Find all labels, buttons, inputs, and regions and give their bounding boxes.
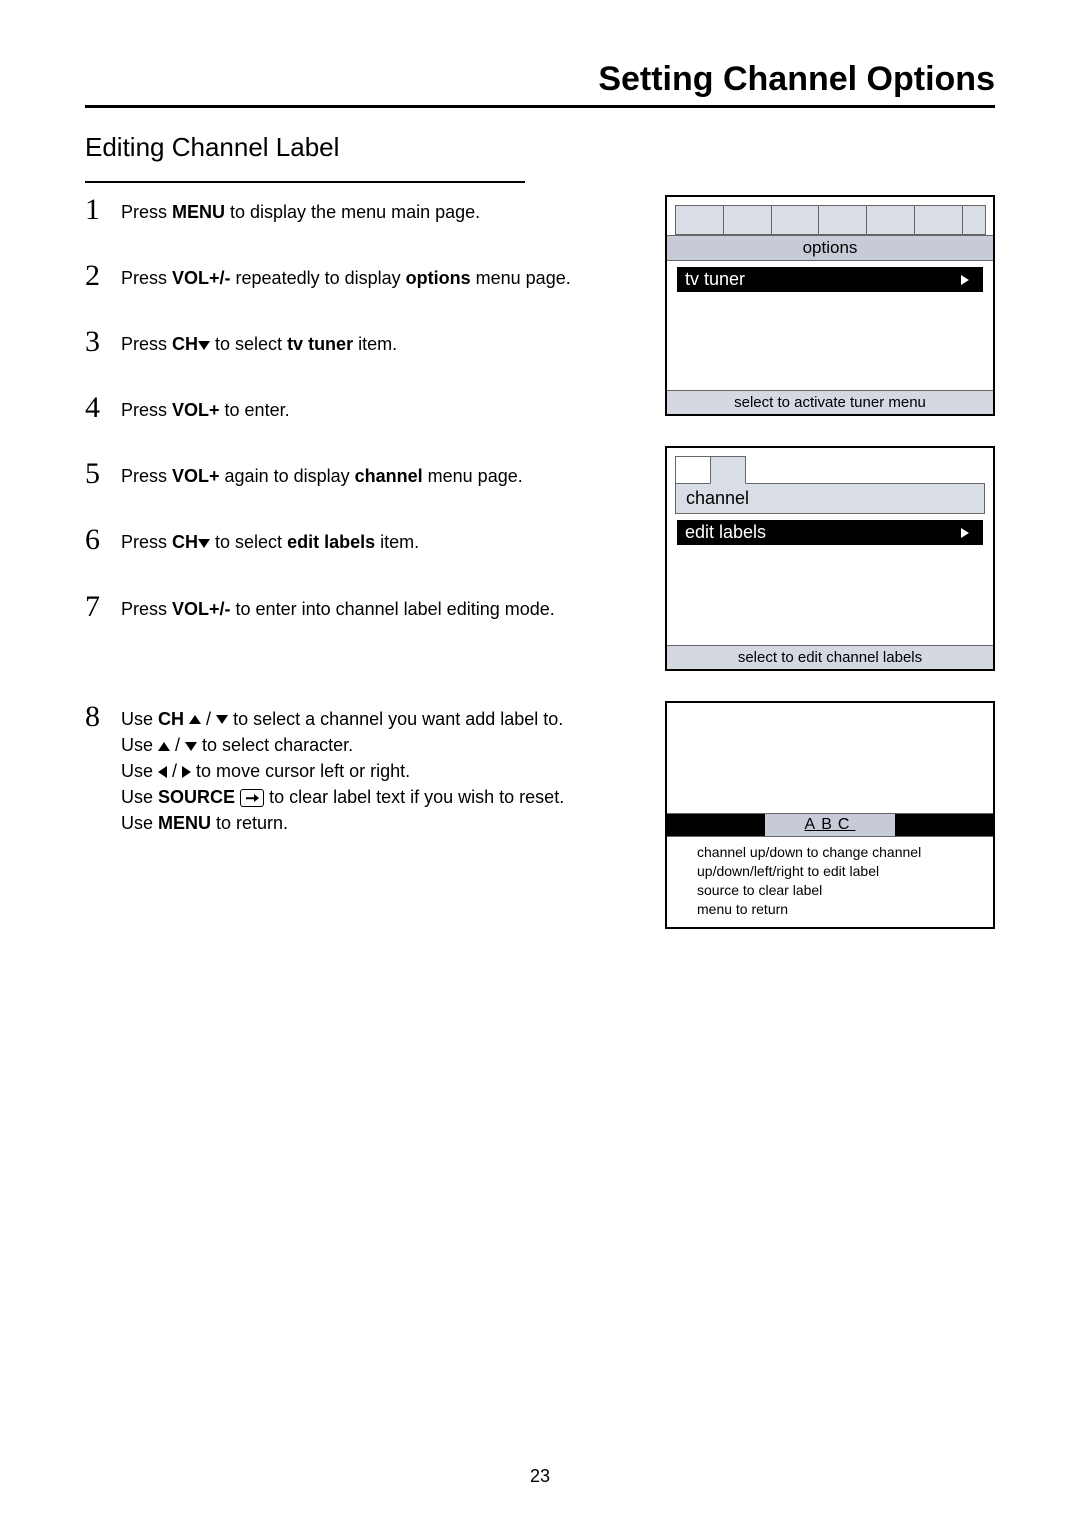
- step-3: 3 Press CH to select tv tuner item.: [85, 327, 635, 357]
- step-6: 6 Press CH to select edit labels item.: [85, 525, 635, 555]
- osd-tab-label: channel: [675, 483, 985, 514]
- step-number: 6: [85, 525, 109, 555]
- down-arrow-icon: [198, 341, 210, 350]
- step-number: 1: [85, 195, 109, 225]
- source-icon: [240, 789, 264, 807]
- step-8: 8 Use CH / to select a channel you want …: [85, 702, 635, 836]
- right-arrow-icon: [961, 528, 969, 538]
- page-title: Setting Channel Options: [85, 60, 995, 99]
- step-number: 3: [85, 327, 109, 357]
- step-text: Use CH / to select a channel you want ad…: [121, 702, 564, 836]
- step-text: Press MENU to display the menu main page…: [121, 195, 480, 225]
- osd-footer-hint: select to edit channel labels: [667, 645, 993, 669]
- section-subtitle: Editing Channel Label: [85, 132, 995, 163]
- step-text: Press VOL+ again to display channel menu…: [121, 459, 523, 489]
- osd-help-text: channel up/down to change channel up/dow…: [667, 837, 993, 927]
- subtitle-rule: [85, 181, 525, 183]
- step-number: 7: [85, 592, 109, 622]
- step-5: 5 Press VOL+ again to display channel me…: [85, 459, 635, 489]
- right-arrow-icon: [961, 275, 969, 285]
- step-4: 4 Press VOL+ to enter.: [85, 393, 635, 423]
- down-arrow-icon: [198, 539, 210, 548]
- step-7: 7 Press VOL+/- to enter into channel lab…: [85, 592, 635, 622]
- label-value: ABC: [765, 814, 895, 836]
- title-rule: [85, 105, 995, 108]
- steps-column: 1 Press MENU to display the menu main pa…: [85, 195, 635, 872]
- down-arrow-icon: [185, 742, 197, 751]
- page-number: 23: [0, 1466, 1080, 1487]
- up-arrow-icon: [189, 715, 201, 724]
- step-number: 8: [85, 702, 109, 732]
- step-text: Press CH to select edit labels item.: [121, 525, 419, 555]
- step-text: Press CH to select tv tuner item.: [121, 327, 397, 357]
- step-text: Press VOL+ to enter.: [121, 393, 290, 423]
- step-number: 5: [85, 459, 109, 489]
- osd-tab-label: options: [667, 235, 993, 261]
- osd-edit-label: ABC channel up/down to change channel up…: [665, 701, 995, 929]
- step-text: Press VOL+/- repeatedly to display optio…: [121, 261, 571, 291]
- step-text: Press VOL+/- to enter into channel label…: [121, 592, 555, 622]
- step-1: 1 Press MENU to display the menu main pa…: [85, 195, 635, 225]
- osd-selected-row: tv tuner: [677, 267, 983, 292]
- step-number: 4: [85, 393, 109, 423]
- osd-footer-hint: select to activate tuner menu: [667, 390, 993, 414]
- down-arrow-icon: [216, 715, 228, 724]
- osd-options-menu: options tv tuner select to activate tune…: [665, 195, 995, 416]
- right-arrow-icon: [182, 766, 191, 778]
- left-arrow-icon: [158, 766, 167, 778]
- osd-selected-row: edit labels: [677, 520, 983, 545]
- osd-channel-menu: channel edit labels select to edit chann…: [665, 446, 995, 671]
- step-2: 2 Press VOL+/- repeatedly to display opt…: [85, 261, 635, 291]
- up-arrow-icon: [158, 742, 170, 751]
- screenshots-column: options tv tuner select to activate tune…: [665, 195, 995, 929]
- step-number: 2: [85, 261, 109, 291]
